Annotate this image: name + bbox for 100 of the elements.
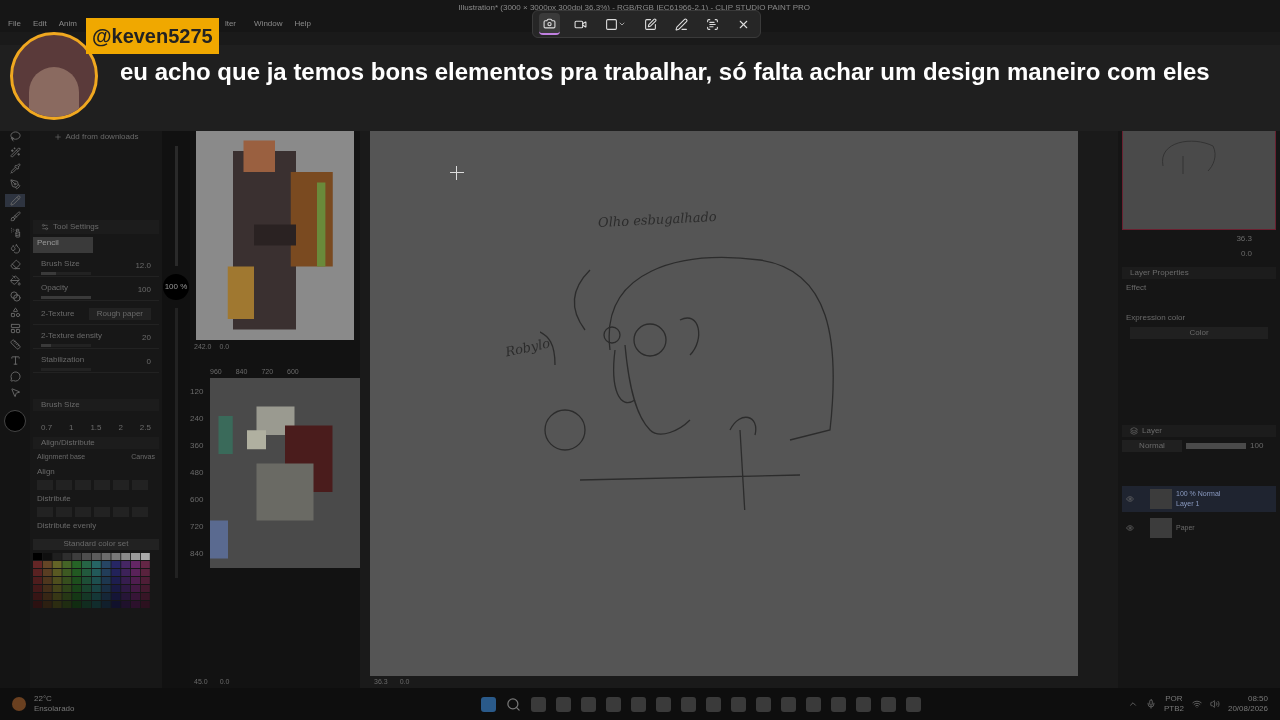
clock-date: 20/08/2026 xyxy=(1227,704,1268,714)
zoom-reading: 36.3 xyxy=(1236,233,1252,245)
add-icon xyxy=(53,133,62,141)
section-label: Expression color xyxy=(1125,312,1187,324)
fill-icon xyxy=(9,275,21,286)
color-palette[interactable] xyxy=(33,552,151,609)
brush-size-option[interactable]: 1.5 xyxy=(90,422,102,434)
balloon-icon xyxy=(9,371,21,382)
network-icon xyxy=(1191,699,1202,709)
weather-label: Ensolarado xyxy=(34,704,75,714)
temperature: 22°C xyxy=(34,694,53,704)
brush-size-option[interactable]: 0.7 xyxy=(41,422,53,434)
brush-size-option[interactable]: 2 xyxy=(118,422,123,434)
angle-reading: 0.0 xyxy=(1240,248,1252,260)
ruler-label: 240 xyxy=(190,413,205,425)
taskbar-app-icon[interactable] xyxy=(606,696,622,712)
pencil-tool-button[interactable] xyxy=(5,194,25,207)
wand-icon xyxy=(9,147,21,158)
crosshair-icon xyxy=(450,166,464,180)
taskbar-app-icon[interactable] xyxy=(656,696,672,712)
gradient-icon xyxy=(9,291,21,302)
value-field[interactable]: 20 xyxy=(142,332,151,344)
section-label: Align xyxy=(37,465,56,478)
taskbar-app-icon[interactable] xyxy=(681,696,697,712)
taskbar-app-icon[interactable] xyxy=(481,696,497,712)
zoom-badge: 100 % xyxy=(163,274,189,300)
ruler-label: 360 xyxy=(190,440,205,452)
username-badge: @keven5275 xyxy=(86,18,219,54)
blend-icon xyxy=(9,243,21,254)
property-label: Opacity xyxy=(41,281,70,294)
taskbar-app-icon[interactable] xyxy=(781,696,797,712)
menu-item[interactable]: Help xyxy=(294,18,311,30)
brush-size-option[interactable]: 1 xyxy=(69,422,74,434)
color-swatch[interactable] xyxy=(4,410,26,432)
ruler-icon xyxy=(9,339,21,350)
taskbar-app-icon[interactable] xyxy=(531,696,547,712)
ruler-label: 600 xyxy=(190,494,205,506)
property-label: 2-Texture density xyxy=(41,329,102,342)
visibility-icon xyxy=(1126,524,1134,532)
ruler-label: 720 xyxy=(190,521,205,533)
correct-icon xyxy=(9,387,21,398)
menu-item[interactable]: File xyxy=(8,18,21,30)
taskbar-app-icon[interactable] xyxy=(906,696,922,712)
caret-icon xyxy=(618,20,626,28)
ruler-label: 480 xyxy=(190,467,205,479)
taskbar-app-icon[interactable] xyxy=(706,696,722,712)
value-field[interactable]: 12.0 xyxy=(135,260,151,272)
brush-size-option[interactable]: 2.5 xyxy=(139,422,151,434)
screenshot-icon xyxy=(543,16,556,30)
menu-item[interactable]: lter xyxy=(224,18,237,30)
figure-icon xyxy=(9,307,21,318)
brush-preview: Pencil xyxy=(33,237,93,253)
taskbar-app-icon[interactable] xyxy=(756,696,772,712)
panel-tab[interactable]: Layer xyxy=(1142,425,1162,437)
layer-thumbnail xyxy=(1150,518,1172,538)
property-label: Stabilization xyxy=(41,353,86,366)
taskbar-app-icon[interactable] xyxy=(831,696,847,712)
window-title: Illustration* (3000 × 3000px 300dpi 36.3%) - RGB/RGB IEC61966-2.1) - CLIP STUDIO PAINT PRO xyxy=(458,2,810,14)
distribute-evenly-label: Distribute evenly xyxy=(36,519,98,532)
ruler-label: 840 xyxy=(190,548,205,560)
shape-icon xyxy=(605,17,618,31)
microphone-icon xyxy=(1145,699,1156,709)
add-from-downloads-label: Add from downloads xyxy=(65,131,139,143)
property-label: 2-Texture xyxy=(41,308,75,320)
taskbar-app-icon[interactable] xyxy=(881,696,897,712)
search-icon xyxy=(506,696,522,712)
menu-item[interactable]: Anim xyxy=(58,18,77,30)
taskbar-app-icon[interactable] xyxy=(731,696,747,712)
clock-time: 08:50 xyxy=(1247,694,1268,704)
keyboard-layout-label: PTB2 xyxy=(1163,704,1184,714)
menu-item[interactable]: Window xyxy=(254,18,283,30)
color-dropdown[interactable]: Color xyxy=(1189,327,1209,339)
taskbar-app-icon[interactable] xyxy=(581,696,597,712)
layer-thumbnail xyxy=(1150,489,1172,509)
menu-item[interactable]: Edit xyxy=(32,18,47,30)
taskbar-app-icon[interactable] xyxy=(556,696,572,712)
weather-icon[interactable] xyxy=(12,697,26,711)
opacity-slider[interactable] xyxy=(1186,443,1246,449)
volume-icon xyxy=(1209,699,1220,709)
taskbar-app-icon[interactable] xyxy=(631,696,647,712)
blend-mode-dropdown[interactable]: Normal xyxy=(1122,440,1182,452)
frame-icon xyxy=(9,323,21,334)
property-label: Brush Size xyxy=(41,257,81,270)
chevron-up-icon xyxy=(1127,699,1138,709)
pencil-icon xyxy=(9,195,21,206)
lasso-icon xyxy=(9,131,21,142)
screenshot-mode-button[interactable] xyxy=(539,13,560,35)
text-icon xyxy=(9,355,21,366)
settings-icon xyxy=(41,223,49,231)
chat-message: eu acho que ja temos bons elementos pra trabalhar, só falta achar um design maneiro com eles xyxy=(120,57,1211,87)
eyedropper-icon xyxy=(9,163,21,174)
pen-icon xyxy=(675,17,688,31)
taskbar-app-icon[interactable] xyxy=(806,696,822,712)
eraser-icon xyxy=(9,259,21,270)
layers-icon xyxy=(1130,427,1138,435)
brush-icon xyxy=(9,211,21,222)
section-label: Effect xyxy=(1125,282,1148,294)
taskbar-app-icon[interactable] xyxy=(856,696,872,712)
value-field[interactable]: 100 xyxy=(137,284,151,296)
opacity-value: 100 xyxy=(1250,440,1264,452)
